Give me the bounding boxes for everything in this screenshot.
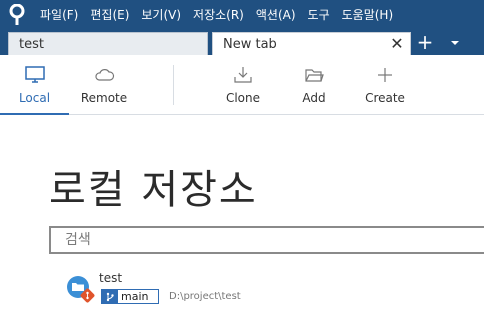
menu-items: 파일(F) 편집(E) 보기(V) 저장소(R) 액션(A) 도구 도움말(H) <box>34 0 399 30</box>
add-button[interactable]: Add <box>296 55 332 115</box>
repo-path: D:\project\test <box>169 291 241 302</box>
add-tab-button[interactable]: + <box>414 32 436 54</box>
menu-edit[interactable]: 편집(E) <box>84 0 135 30</box>
repo-name: test <box>99 271 123 285</box>
menu-repository[interactable]: 저장소(R) <box>187 0 250 30</box>
local-label: Local <box>18 91 51 105</box>
remote-button[interactable]: Remote <box>76 55 132 115</box>
chevron-down-icon[interactable] <box>446 34 464 52</box>
create-label: Create <box>365 91 405 105</box>
tab-new-tab[interactable]: New tab ✕ <box>212 32 411 55</box>
tab-strip: test New tab ✕ + <box>0 30 484 55</box>
plus-icon <box>362 65 408 87</box>
create-button[interactable]: Create <box>362 55 408 115</box>
repo-list-item[interactable]: test main D:\project\test <box>66 268 366 308</box>
search-input[interactable] <box>49 226 484 254</box>
remote-label: Remote <box>80 91 128 105</box>
local-button[interactable]: Local <box>0 55 69 115</box>
branch-icon <box>102 290 118 303</box>
menu-help[interactable]: 도움말(H) <box>336 0 400 30</box>
menu-actions[interactable]: 액션(A) <box>250 0 302 30</box>
page-title: 로컬 저장소 <box>49 167 258 213</box>
menu-bar: 파일(F) 편집(E) 보기(V) 저장소(R) 액션(A) 도구 도움말(H) <box>0 0 484 30</box>
close-icon[interactable]: ✕ <box>388 34 406 54</box>
tab-test[interactable]: test <box>8 32 208 55</box>
add-label: Add <box>302 91 326 105</box>
folder-repo-icon <box>66 274 96 304</box>
tab-label: New tab <box>223 36 277 52</box>
menu-tools[interactable]: 도구 <box>302 0 336 30</box>
branch-name: main <box>121 290 149 303</box>
folder-open-icon <box>296 65 332 87</box>
menu-view[interactable]: 보기(V) <box>135 0 187 30</box>
toolbar-divider <box>173 65 174 105</box>
branch-badge: main <box>101 289 159 304</box>
sourcetree-logo-icon[interactable] <box>0 0 34 30</box>
clone-label: Clone <box>225 91 261 105</box>
clone-button[interactable]: Clone <box>222 55 264 115</box>
menu-file[interactable]: 파일(F) <box>34 0 84 30</box>
download-tray-icon <box>222 65 264 87</box>
cloud-icon <box>76 65 132 87</box>
tab-label: test <box>19 36 44 52</box>
monitor-icon <box>0 65 69 87</box>
toolbar: Local Remote Clone Add Create <box>0 55 484 115</box>
